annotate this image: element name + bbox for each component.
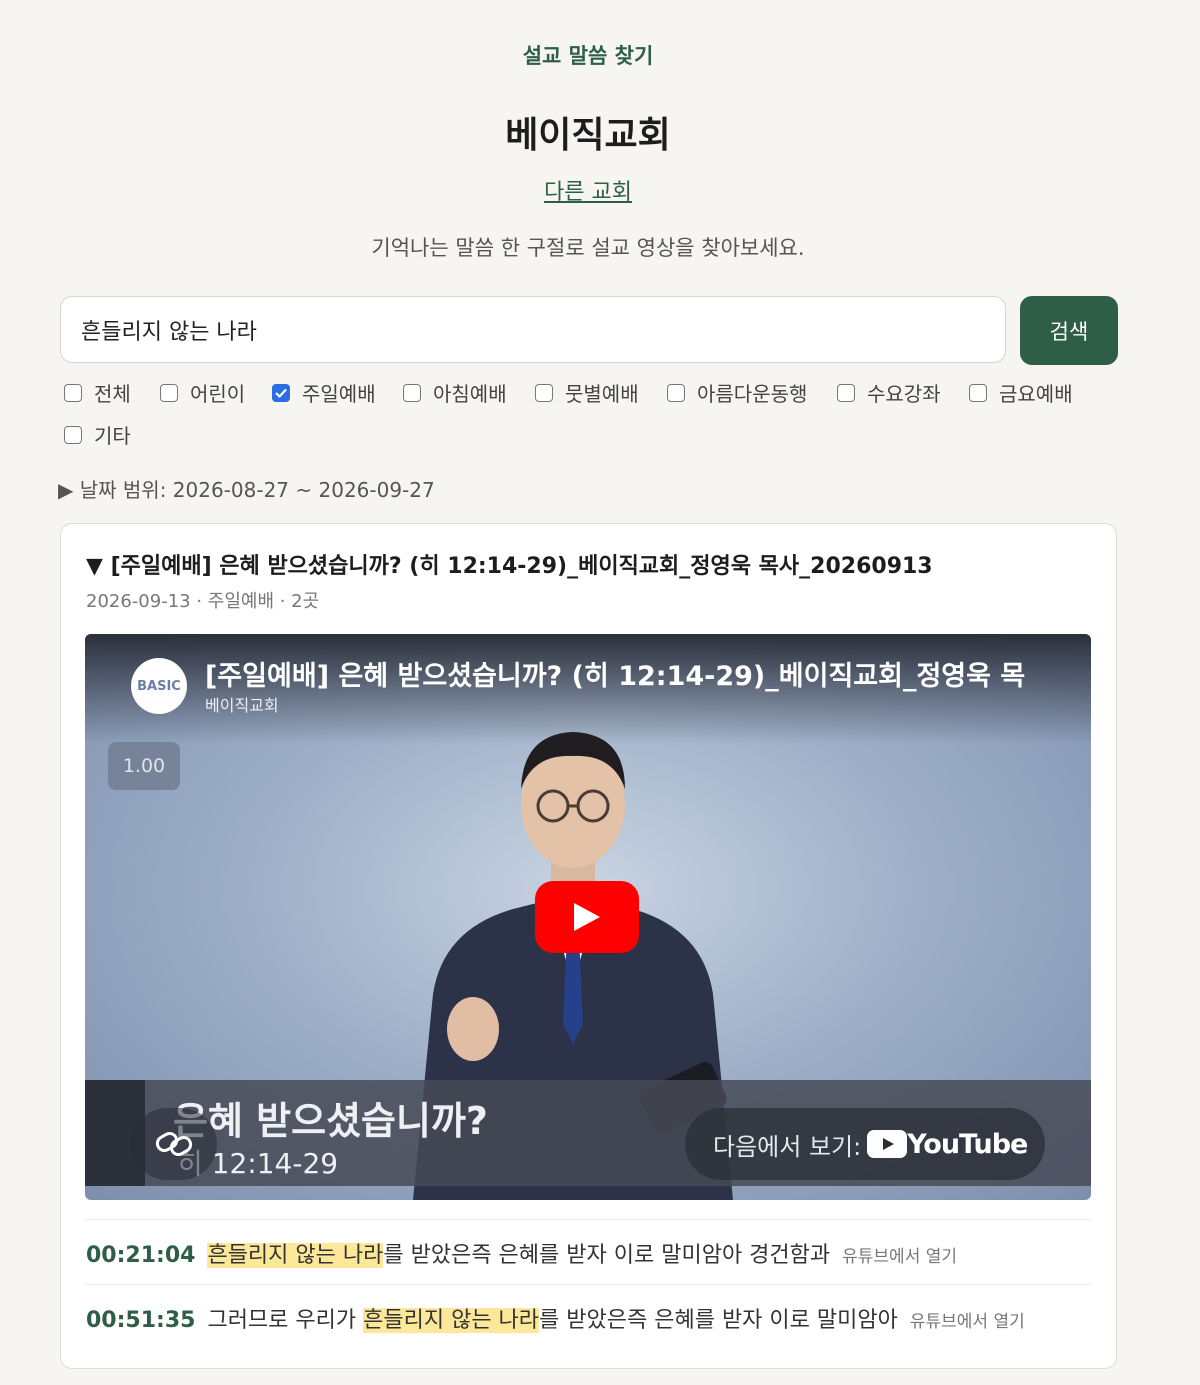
filter-label: 금요예배	[999, 382, 1073, 406]
checkbox[interactable]	[64, 425, 82, 444]
filter-wednesday-lecture[interactable]: 수요강좌	[837, 378, 941, 407]
date-range-toggle[interactable]: ▶ 날짜 범위: 2026-08-27 ~ 2026-09-27	[58, 474, 435, 503]
filter-label: 주일예배	[302, 382, 376, 406]
match-highlight: 흔들리지 않는 나라	[363, 1308, 540, 1333]
timestamp-link[interactable]: 00:51:35	[86, 1308, 195, 1333]
checkbox[interactable]	[64, 383, 82, 402]
video-player[interactable]: BASIC [주일예배] 은혜 받으셨습니까? (히 12:14-29)_베이직…	[85, 634, 1091, 1200]
player-video-title[interactable]: [주일예배] 은혜 받으셨습니까? (히 12:14-29)_베이직교회_정영욱…	[205, 654, 1025, 693]
play-icon	[574, 903, 600, 931]
filter-stars-worship[interactable]: 뭇별예배	[535, 378, 639, 407]
open-youtube-link[interactable]: 유튜브에서 열기	[910, 1307, 1025, 1332]
result-meta: 2026-09-13 · 주일예배 · 2곳	[86, 591, 320, 612]
checkbox[interactable]	[837, 383, 855, 402]
player-channel-name[interactable]: 베이직교회	[205, 692, 279, 716]
filter-label: 전체	[94, 382, 131, 406]
match-text-after: 를 받았은즉 은혜를 받자 이로 말미암아	[539, 1308, 898, 1333]
filter-label: 기타	[94, 424, 131, 448]
checkbox-checked[interactable]	[272, 383, 290, 402]
other-church-link: 다른 교회	[0, 174, 1176, 206]
channel-logo-text: BASIC	[137, 678, 181, 694]
page-subtitle: 기억나는 말씀 한 구절로 설교 영상을 찾아보세요.	[371, 236, 805, 260]
other-church-link-text[interactable]: 다른 교회	[544, 180, 632, 205]
match-row: 00:21:04 흔들리지 않는 나라를 받았은즉 은혜를 받자 이로 말미암아…	[86, 1237, 957, 1269]
filter-friday-worship[interactable]: 금요예배	[969, 378, 1073, 407]
church-title: 베이직교회	[505, 115, 671, 156]
search-button[interactable]: 검색	[1020, 296, 1118, 365]
open-youtube-link[interactable]: 유튜브에서 열기	[842, 1242, 957, 1267]
divider	[86, 1219, 1092, 1220]
playback-speed-badge: 1.00	[108, 742, 180, 790]
result-title-toggle[interactable]: ▼ [주일예배] 은혜 받으셨습니까? (히 12:14-29)_베이직교회_정…	[86, 548, 933, 580]
match-text-before: 그러므로 우리가	[207, 1308, 364, 1333]
divider	[86, 1284, 1092, 1285]
copy-link-button[interactable]	[131, 1108, 217, 1180]
filter-children[interactable]: 어린이	[160, 378, 245, 407]
filter-label: 아름다운동행	[697, 382, 808, 406]
checkbox[interactable]	[160, 383, 178, 402]
check-icon	[275, 388, 287, 398]
watch-on-youtube-button[interactable]: 다음에서 보기: YouTube	[685, 1108, 1045, 1180]
lower-third-title: 은혜 받으셨습니까?	[173, 1099, 488, 1143]
timestamp-link[interactable]: 00:21:04	[86, 1243, 195, 1268]
play-button[interactable]	[535, 881, 639, 953]
search-input[interactable]	[60, 296, 1006, 363]
filter-all[interactable]: 전체	[64, 378, 131, 407]
link-icon	[155, 1132, 193, 1156]
match-row: 00:51:35 그러므로 우리가 흔들리지 않는 나라를 받았은즉 은혜를 받…	[86, 1302, 1025, 1334]
filter-other[interactable]: 기타	[64, 420, 131, 449]
filter-label: 아침예배	[433, 382, 507, 406]
filter-beautiful-walk[interactable]: 아름다운동행	[667, 378, 807, 407]
watch-on-label: 다음에서 보기:	[713, 1132, 862, 1161]
channel-logo[interactable]: BASIC	[131, 658, 187, 714]
filter-label: 수요강좌	[867, 382, 941, 406]
checkbox[interactable]	[667, 383, 685, 402]
match-highlight: 흔들리지 않는 나라	[207, 1243, 384, 1268]
checkbox[interactable]	[403, 383, 421, 402]
match-text-after: 를 받았은즉 은혜를 받자 이로 말미암아 경건함과	[383, 1243, 831, 1268]
youtube-logo: YouTube	[867, 1128, 1028, 1160]
filter-label: 뭇별예배	[565, 382, 639, 406]
page: 설교 말씀 찾기 베이직교회 다른 교회 기억나는 말씀 한 구절로 설교 영상…	[0, 0, 1200, 1385]
filter-sunday-worship[interactable]: 주일예배	[272, 378, 376, 407]
youtube-wordmark: YouTube	[907, 1128, 1028, 1160]
youtube-icon	[867, 1130, 908, 1158]
match-text: 그러므로 우리가 흔들리지 않는 나라를 받았은즉 은혜를 받자 이로 말미암아	[207, 1302, 898, 1334]
filter-label: 어린이	[190, 382, 246, 406]
home-link[interactable]: 설교 말씀 찾기	[0, 40, 1176, 70]
match-text: 흔들리지 않는 나라를 받았은즉 은혜를 받자 이로 말미암아 경건함과	[207, 1237, 830, 1269]
checkbox[interactable]	[969, 383, 987, 402]
checkbox[interactable]	[535, 383, 553, 402]
filter-morning-worship[interactable]: 아침예배	[403, 378, 507, 407]
